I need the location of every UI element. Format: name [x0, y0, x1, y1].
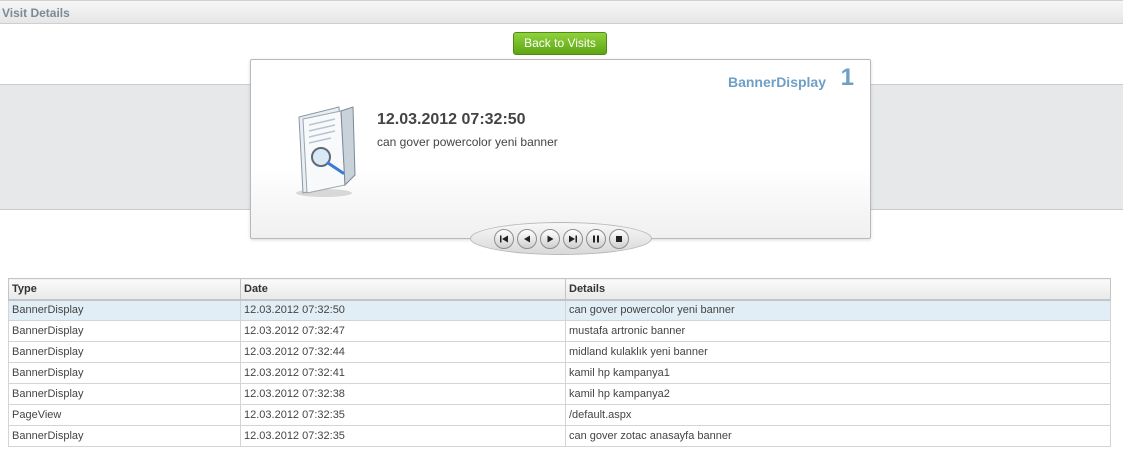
cell-date: 12.03.2012 07:32:41: [240, 362, 566, 384]
skip-next-button[interactable]: [562, 228, 583, 249]
cell-date: 12.03.2012 07:32:38: [240, 383, 566, 405]
skip-first-button[interactable]: [493, 228, 514, 249]
skip-first-icon: [499, 235, 508, 242]
visit-detail-card: BannerDisplay 1 12.03.2012 07:32:50 can …: [250, 59, 871, 239]
cell-type: BannerDisplay: [8, 299, 241, 321]
table-row[interactable]: BannerDisplay 12.03.2012 07:32:50 can go…: [8, 299, 1111, 321]
card-details: can gover powercolor yeni banner: [377, 135, 558, 149]
cell-date: 12.03.2012 07:32:44: [240, 341, 566, 363]
playback-controls: [470, 222, 652, 255]
cell-details: /default.aspx: [565, 404, 1111, 426]
cell-details: kamil hp kampanya1: [565, 362, 1111, 384]
table-row[interactable]: BannerDisplay 12.03.2012 07:32:38 kamil …: [8, 383, 1111, 405]
play-button[interactable]: [539, 228, 560, 249]
pause-button[interactable]: [585, 228, 606, 249]
previous-button[interactable]: [516, 228, 537, 249]
cell-type: PageView: [8, 404, 241, 426]
cell-type: BannerDisplay: [8, 362, 241, 384]
table-header-row: Type Date Details: [8, 278, 1111, 301]
back-to-visits-button[interactable]: Back to Visits: [513, 32, 607, 55]
cell-date: 12.03.2012 07:32:35: [240, 425, 566, 447]
cell-date: 12.03.2012 07:32:50: [240, 299, 566, 321]
cell-details: can gover zotac anasayfa banner: [565, 425, 1111, 447]
stop-icon: [615, 235, 622, 242]
visit-events-table: Type Date Details BannerDisplay 12.03.20…: [8, 278, 1111, 447]
cell-details: midland kulaklık yeni banner: [565, 341, 1111, 363]
cell-type: BannerDisplay: [8, 341, 241, 363]
card-event-type: BannerDisplay: [727, 74, 826, 90]
previous-icon: [523, 235, 530, 242]
cell-type: BannerDisplay: [8, 383, 241, 405]
cell-date: 12.03.2012 07:32:35: [240, 404, 566, 426]
table-row[interactable]: BannerDisplay 12.03.2012 07:32:41 kamil …: [8, 362, 1111, 384]
card-date: 12.03.2012 07:32:50: [377, 111, 526, 128]
cell-details: kamil hp kampanya2: [565, 383, 1111, 405]
skip-next-icon: [568, 235, 577, 242]
table-row[interactable]: BannerDisplay 12.03.2012 07:32:35 can go…: [8, 425, 1111, 447]
cell-type: BannerDisplay: [8, 320, 241, 342]
panel-title: Visit Details: [0, 0, 1123, 24]
cell-details: can gover powercolor yeni banner: [565, 299, 1111, 321]
stop-button[interactable]: [608, 228, 629, 249]
column-header-type[interactable]: Type: [8, 278, 241, 301]
cell-details: mustafa artronic banner: [565, 320, 1111, 342]
table-row[interactable]: PageView 12.03.2012 07:32:35 /default.as…: [8, 404, 1111, 426]
play-icon: [547, 235, 553, 242]
pause-icon: [592, 235, 599, 242]
cell-date: 12.03.2012 07:32:47: [240, 320, 566, 342]
card-index: 1: [840, 64, 854, 91]
column-header-date[interactable]: Date: [240, 278, 566, 301]
document-search-icon: [291, 105, 361, 200]
table-row[interactable]: BannerDisplay 12.03.2012 07:32:44 midlan…: [8, 341, 1111, 363]
column-header-details[interactable]: Details: [565, 278, 1111, 301]
cell-type: BannerDisplay: [8, 425, 241, 447]
table-row[interactable]: BannerDisplay 12.03.2012 07:32:47 mustaf…: [8, 320, 1111, 342]
